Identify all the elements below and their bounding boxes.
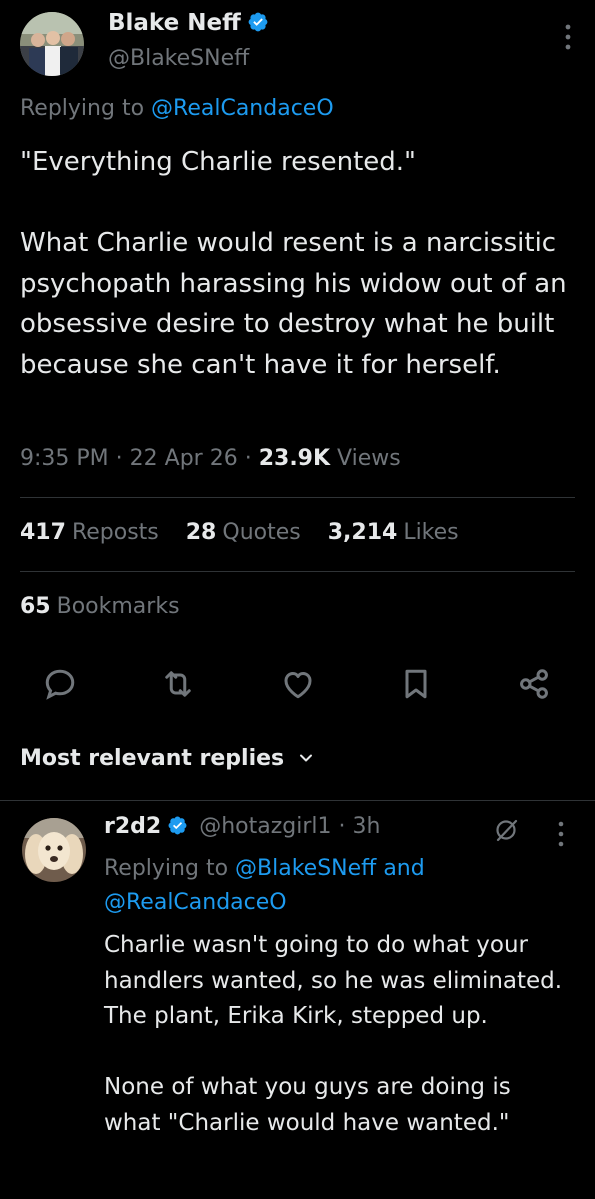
engagement-stats: 417 Reposts 28 Quotes 3,214 Likes (20, 520, 479, 545)
repost-icon[interactable] (160, 666, 196, 702)
author-avatar[interactable] (20, 12, 84, 76)
quotes-count: 28 (185, 520, 217, 545)
reply-icon[interactable] (42, 666, 78, 702)
replying-and: and (383, 856, 425, 881)
replying-to-link[interactable]: @RealCandaceO (151, 96, 334, 121)
likes-count: 3,214 (327, 520, 398, 545)
bookmarks-stat[interactable]: 65 Bookmarks (20, 594, 180, 619)
author-name-text[interactable]: Blake Neff (108, 10, 241, 36)
divider (20, 497, 575, 498)
reposts-count: 417 (20, 520, 66, 545)
replying-to-line: Replying to @RealCandaceO (20, 96, 334, 121)
divider (0, 800, 595, 801)
chevron-down-icon (299, 754, 312, 762)
reply-age[interactable]: 3h (353, 814, 381, 839)
reply-text: Charlie wasn't going to do what your han… (104, 932, 563, 1136)
verified-badge-icon (168, 816, 187, 835)
views-count: 23.9K (258, 446, 331, 471)
reply-more-options-icon[interactable] (556, 820, 566, 848)
views-label: Views (337, 446, 401, 471)
sort-label: Most relevant replies (20, 746, 285, 771)
like-icon[interactable] (280, 666, 316, 702)
likes-stat[interactable]: 3,214 Likes (328, 520, 459, 545)
bookmarks-label: Bookmarks (56, 594, 180, 619)
reposts-label: Reposts (71, 520, 159, 545)
share-icon[interactable] (516, 666, 552, 702)
more-options-icon[interactable] (563, 22, 573, 52)
tweet-meta: 9:35 PM · 22 Apr 26 · 23.9K Views (20, 446, 401, 471)
reply-header: r2d2 @hotazgirl1 · 3h (104, 814, 381, 839)
reply-author-avatar[interactable] (22, 818, 86, 882)
replying-to-link[interactable]: @BlakeSNeff (235, 856, 376, 881)
replying-prefix: Replying to (20, 96, 145, 121)
bookmarks-count: 65 (20, 594, 51, 619)
likes-label: Likes (403, 520, 459, 545)
author-handle[interactable]: @BlakeSNeff (108, 46, 249, 71)
tweet-text: "Everything Charlie resented." What Char… (20, 147, 567, 380)
tweet-time[interactable]: 9:35 PM (20, 446, 109, 471)
grok-icon[interactable] (494, 817, 520, 843)
tweet-date[interactable]: 22 Apr 26 (130, 446, 238, 471)
verified-badge-icon (248, 12, 268, 32)
replying-to-link[interactable]: @RealCandaceO (104, 890, 287, 915)
author-name[interactable]: Blake Neff (108, 10, 269, 36)
reposts-stat[interactable]: 417 Reposts (20, 520, 159, 545)
reply-replying-to-line: Replying to @BlakeSNeff and @RealCandace… (104, 852, 544, 920)
reply-sort-dropdown[interactable]: Most relevant replies (20, 746, 314, 771)
bookmark-icon[interactable] (398, 666, 434, 702)
divider (20, 571, 575, 572)
quotes-stat[interactable]: 28 Quotes (186, 520, 301, 545)
quotes-label: Quotes (222, 520, 301, 545)
reply-author-name[interactable]: r2d2 (104, 814, 161, 839)
reply-replying-prefix: Replying to (104, 856, 229, 881)
reply-author-handle[interactable]: @hotazgirl1 (199, 814, 331, 839)
